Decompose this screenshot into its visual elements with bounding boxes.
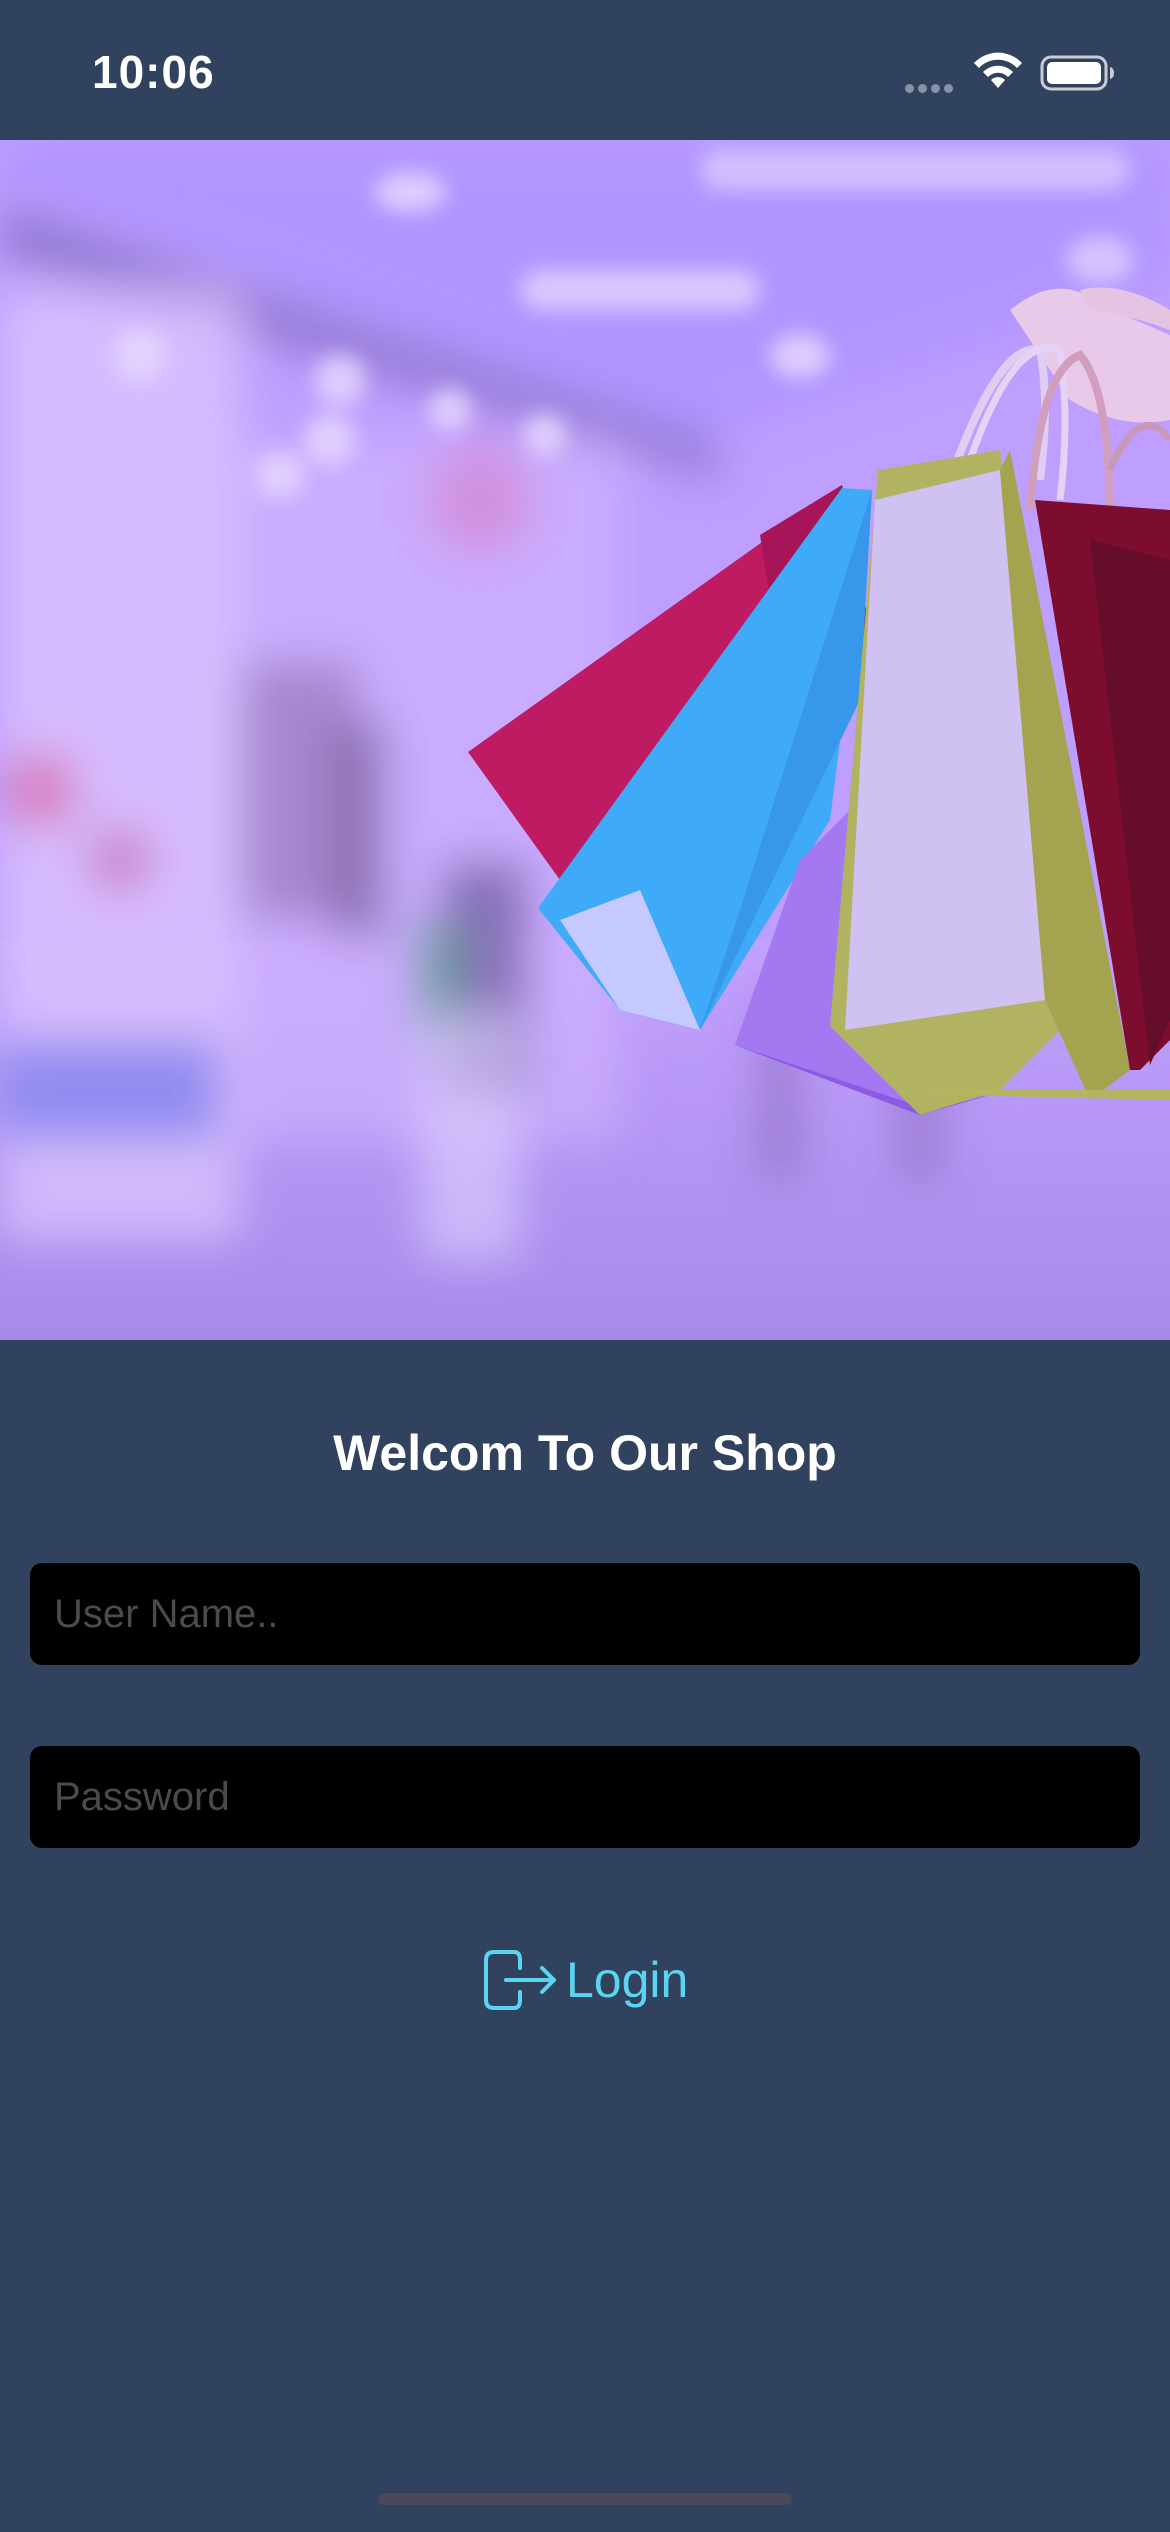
- username-input[interactable]: [52, 1590, 1118, 1638]
- battery-icon: [1040, 55, 1114, 91]
- login-button[interactable]: Login: [480, 1940, 688, 2020]
- welcome-title: Welcom To Our Shop: [333, 1425, 837, 1481]
- status-time: 10:06: [92, 46, 215, 98]
- cellular-signal-icon: [905, 80, 957, 93]
- login-arrow-icon: [484, 1950, 556, 2010]
- username-field[interactable]: [30, 1563, 1140, 1665]
- hero-shopping-image: [0, 140, 1170, 1340]
- home-indicator[interactable]: [378, 2493, 792, 2505]
- status-bar: 10:06: [0, 0, 1170, 140]
- password-input[interactable]: [52, 1773, 1118, 1821]
- password-field[interactable]: [30, 1746, 1140, 1848]
- wifi-icon: [974, 52, 1022, 88]
- login-label: Login: [566, 1952, 689, 2008]
- login-screen: 10:06 Welcom To Our Shop User Name.. Log…: [0, 0, 1170, 2532]
